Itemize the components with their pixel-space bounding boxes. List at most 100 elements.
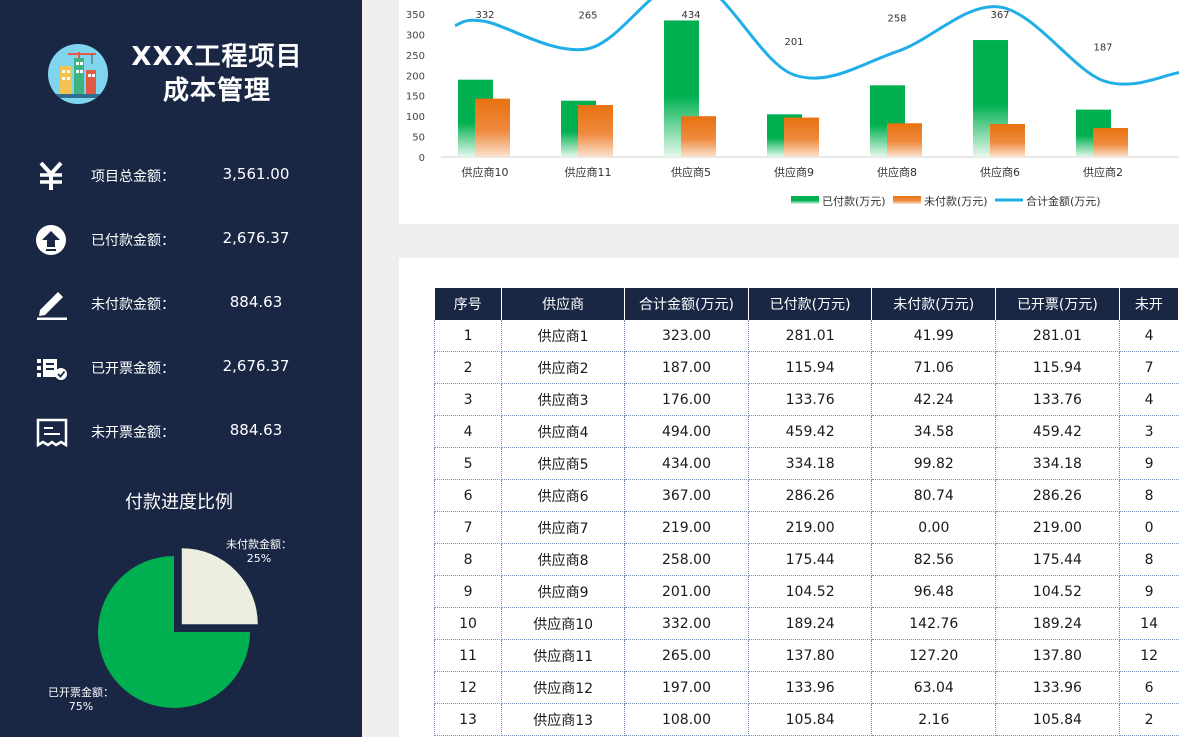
table-cell[interactable]: 5 [433, 447, 503, 480]
table-cell[interactable]: 189.24 [995, 607, 1120, 640]
table-cell[interactable]: 2 [433, 351, 503, 384]
table-row[interactable]: 9 供应商9 201.00 104.52 96.48 104.52 9 [433, 575, 1179, 608]
table-cell[interactable]: 0.00 [871, 511, 997, 544]
table-cell[interactable]: 219.00 [995, 511, 1120, 544]
table-cell[interactable]: 3 [433, 383, 503, 416]
table-cell[interactable]: 供应商4 [501, 415, 626, 448]
table-cell[interactable]: 334.18 [748, 447, 873, 480]
table-row[interactable]: 12 供应商12 197.00 133.96 63.04 133.96 6 [433, 671, 1179, 704]
table-cell[interactable]: 133.76 [995, 383, 1120, 416]
table-cell[interactable]: 459.42 [995, 415, 1120, 448]
table-cell[interactable]: 219.00 [624, 511, 749, 544]
table-cell[interactable]: 142.76 [871, 607, 997, 640]
table-cell[interactable]: 9 [433, 575, 503, 608]
table-cell[interactable]: 供应商8 [501, 543, 626, 576]
table-cell[interactable]: 2 [1119, 703, 1179, 736]
table-cell[interactable]: 115.94 [995, 351, 1120, 384]
table-cell[interactable]: 12 [433, 671, 503, 704]
table-cell[interactable]: 7 [433, 511, 503, 544]
table-cell[interactable]: 104.52 [748, 575, 873, 608]
column-header[interactable]: 供应商 [501, 288, 626, 320]
table-row[interactable]: 8 供应商8 258.00 175.44 82.56 175.44 8 [433, 543, 1179, 576]
table-cell[interactable]: 108.00 [624, 703, 749, 736]
table-cell[interactable]: 281.01 [748, 320, 873, 352]
table-row[interactable]: 3 供应商3 176.00 133.76 42.24 133.76 4 [433, 383, 1179, 416]
table-cell[interactable]: 133.76 [748, 383, 873, 416]
table-cell[interactable]: 201.00 [624, 575, 749, 608]
table-cell[interactable]: 175.44 [995, 543, 1120, 576]
table-cell[interactable]: 332.00 [624, 607, 749, 640]
table-cell[interactable]: 219.00 [748, 511, 873, 544]
table-cell[interactable]: 2.16 [871, 703, 997, 736]
table-cell[interactable]: 80.74 [871, 479, 997, 512]
table-cell[interactable]: 10 [433, 607, 503, 640]
table-cell[interactable]: 供应商9 [501, 575, 626, 608]
table-cell[interactable]: 96.48 [871, 575, 997, 608]
table-cell[interactable]: 99.82 [871, 447, 997, 480]
table-row[interactable]: 5 供应商5 434.00 334.18 99.82 334.18 9 [433, 447, 1179, 480]
table-cell[interactable]: 供应商10 [501, 607, 626, 640]
table-row[interactable]: 4 供应商4 494.00 459.42 34.58 459.42 3 [433, 415, 1179, 448]
table-cell[interactable]: 9 [1119, 575, 1179, 608]
column-header[interactable]: 未付款(万元) [871, 288, 997, 320]
table-cell[interactable]: 286.26 [748, 479, 873, 512]
table-cell[interactable]: 42.24 [871, 383, 997, 416]
table-cell[interactable]: 供应商6 [501, 479, 626, 512]
table-cell[interactable]: 176.00 [624, 383, 749, 416]
table-cell[interactable]: 286.26 [995, 479, 1120, 512]
table-cell[interactable]: 104.52 [995, 575, 1120, 608]
table-cell[interactable]: 供应商13 [501, 703, 626, 736]
table-cell[interactable]: 334.18 [995, 447, 1120, 480]
table-cell[interactable]: 34.58 [871, 415, 997, 448]
table-cell[interactable]: 6 [433, 479, 503, 512]
table-cell[interactable]: 7 [1119, 351, 1179, 384]
table-cell[interactable]: 供应商7 [501, 511, 626, 544]
table-cell[interactable]: 供应商3 [501, 383, 626, 416]
table-cell[interactable]: 63.04 [871, 671, 997, 704]
column-header[interactable]: 合计金额(万元) [624, 288, 749, 320]
table-cell[interactable]: 265.00 [624, 639, 749, 672]
table-cell[interactable]: 8 [1119, 543, 1179, 576]
table-cell[interactable]: 41.99 [871, 320, 997, 352]
table-cell[interactable]: 8 [433, 543, 503, 576]
table-cell[interactable]: 105.84 [748, 703, 873, 736]
table-cell[interactable]: 367.00 [624, 479, 749, 512]
column-header[interactable]: 已开票(万元) [995, 288, 1120, 320]
table-cell[interactable]: 281.01 [995, 320, 1120, 352]
table-cell[interactable]: 115.94 [748, 351, 873, 384]
table-cell[interactable]: 供应商2 [501, 351, 626, 384]
table-cell[interactable]: 供应商11 [501, 639, 626, 672]
table-cell[interactable]: 105.84 [995, 703, 1120, 736]
table-cell[interactable]: 459.42 [748, 415, 873, 448]
table-cell[interactable]: 4 [433, 415, 503, 448]
table-cell[interactable]: 494.00 [624, 415, 749, 448]
table-cell[interactable]: 9 [1119, 447, 1179, 480]
table-row[interactable]: 11 供应商11 265.00 137.80 127.20 137.80 12 [433, 639, 1179, 672]
table-row[interactable]: 6 供应商6 367.00 286.26 80.74 286.26 8 [433, 479, 1179, 512]
table-cell[interactable]: 供应商5 [501, 447, 626, 480]
table-cell[interactable]: 175.44 [748, 543, 873, 576]
table-cell[interactable]: 供应商1 [501, 320, 626, 352]
table-cell[interactable]: 3 [1119, 415, 1179, 448]
column-header[interactable]: 未开 [1119, 288, 1179, 320]
table-row[interactable]: 13 供应商13 108.00 105.84 2.16 105.84 2 [433, 703, 1179, 736]
table-row[interactable]: 1 供应商1 323.00 281.01 41.99 281.01 4 [433, 320, 1179, 352]
table-cell[interactable]: 4 [1119, 383, 1179, 416]
table-cell[interactable]: 197.00 [624, 671, 749, 704]
table-cell[interactable]: 82.56 [871, 543, 997, 576]
table-cell[interactable]: 12 [1119, 639, 1179, 672]
table-cell[interactable]: 127.20 [871, 639, 997, 672]
table-cell[interactable]: 0 [1119, 511, 1179, 544]
table-cell[interactable]: 1 [433, 320, 503, 352]
table-cell[interactable]: 137.80 [995, 639, 1120, 672]
table-cell[interactable]: 6 [1119, 671, 1179, 704]
table-cell[interactable]: 8 [1119, 479, 1179, 512]
table-cell[interactable]: 14 [1119, 607, 1179, 640]
table-cell[interactable]: 133.96 [748, 671, 873, 704]
table-cell[interactable]: 11 [433, 639, 503, 672]
table-row[interactable]: 10 供应商10 332.00 189.24 142.76 189.24 14 [433, 607, 1179, 640]
table-cell[interactable]: 4 [1119, 320, 1179, 352]
table-cell[interactable]: 供应商12 [501, 671, 626, 704]
table-cell[interactable]: 133.96 [995, 671, 1120, 704]
table-cell[interactable]: 323.00 [624, 320, 749, 352]
